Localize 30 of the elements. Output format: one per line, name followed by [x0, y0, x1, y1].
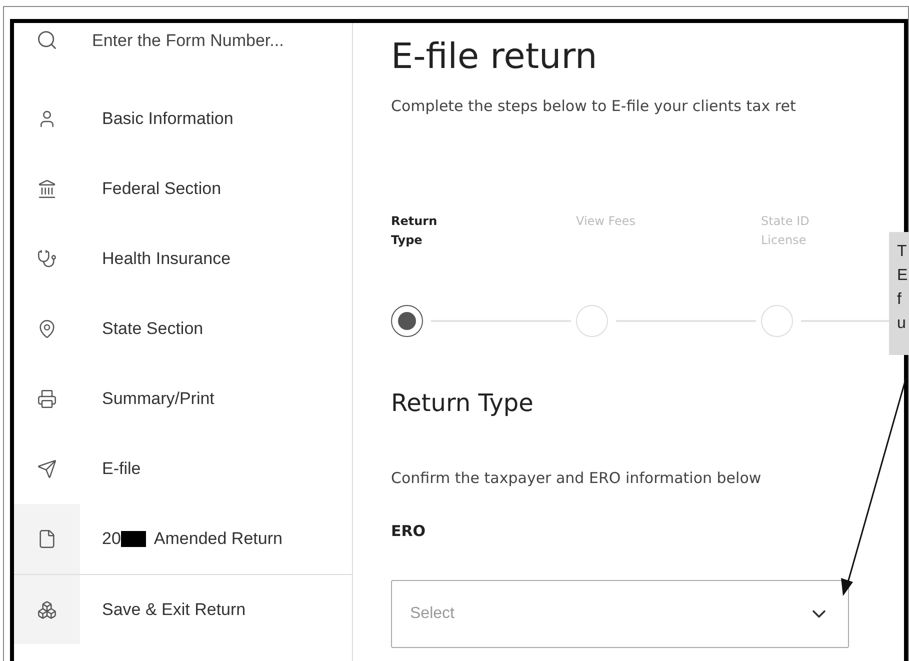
step-label: State ID License [761, 212, 810, 248]
sidebar-item[interactable]: Summary/Print [102, 386, 214, 412]
callout-text: f [897, 290, 902, 310]
sidebar-item[interactable]: State Section [102, 316, 204, 342]
sidebar-item[interactable]: E-file [102, 456, 141, 482]
field-label: ERO [391, 521, 426, 542]
section-text: Confirm the taxpayer and ERO information below [391, 468, 762, 488]
callout-text: T [897, 242, 908, 262]
step-label: Return Type [391, 212, 438, 249]
sidebar-item[interactable]: Health Insurance [102, 246, 231, 272]
callout-text: E [897, 266, 909, 286]
search-field[interactable]: Enter the Form Number... [92, 26, 347, 56]
callout-text: u [897, 314, 907, 334]
step-radio[interactable] [391, 304, 423, 336]
page-title: E-file return [391, 36, 598, 79]
sidebar-item[interactable]: Federal Section [102, 176, 222, 202]
step-label: View Fees [576, 212, 637, 230]
sidebar-item[interactable]: Basic Information [102, 106, 234, 132]
paper-plane-icon [37, 459, 57, 479]
page-subtitle: Complete the steps below to E-file your clients tax ret [391, 96, 797, 117]
sidebar-item[interactable]: Save & Exit Return [102, 596, 246, 622]
search-icon [36, 29, 58, 51]
boxes-icon [37, 600, 57, 620]
printer-icon [37, 389, 57, 409]
file-icon [37, 529, 57, 549]
sidebar-item[interactable]: 20 Amended Return [102, 526, 282, 552]
bank-icon [37, 179, 57, 199]
stethoscope-icon [37, 249, 57, 269]
map-pin-icon [37, 319, 57, 339]
section-title: Return Type [391, 388, 534, 418]
